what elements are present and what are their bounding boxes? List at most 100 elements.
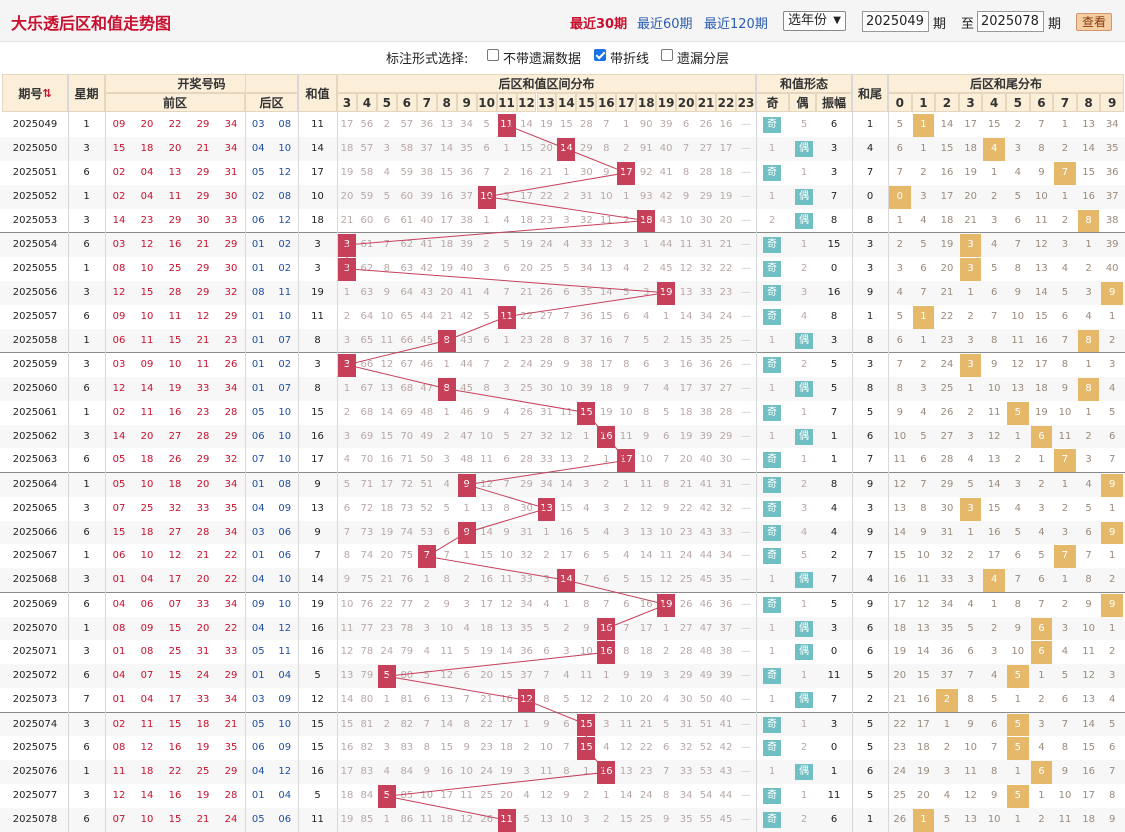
sum-miss-cell: 38 [579,358,593,370]
sum-miss-cell: 12 [540,790,553,802]
sum-miss-cell: 31 [540,406,553,418]
to-issue-input[interactable]: 2025078 [977,11,1044,32]
sum-miss-cell: 61 [360,238,374,250]
amplitude-cell: 7 [830,574,838,586]
tail-miss-cell: 3 [1038,718,1045,730]
sum-miss-cell: 1 [603,790,610,802]
from-issue-input[interactable]: 2025049 [862,11,929,32]
sum-miss-cell: 4 [662,382,670,394]
sum-miss-cell: 4 [423,646,430,658]
year-select[interactable]: 选年份 ▼ [783,11,846,31]
sum-miss-cell: 21 [679,478,693,490]
tail-hit-cell: 9 [1101,473,1123,498]
sum-col-header: 8 [436,93,457,112]
tail-miss-cell: 5 [1061,286,1069,298]
sum-miss-cell: — [740,574,751,586]
sum-miss-cell: 1 [623,478,630,490]
sum-miss-cell: 9 [643,430,650,442]
back-ball: 01 [251,334,265,346]
sum-miss-cell: 22 [639,742,653,754]
issue-cell: 2025059 [12,358,58,370]
tail-miss-cell: 8 [1014,262,1021,274]
sum-miss-cell: 3 [423,622,430,634]
sum-miss-cell: 80 [360,694,374,706]
front-ball: 10 [140,310,154,322]
sum-miss-cell: 3 [343,334,351,346]
issue-cell: 2025052 [12,190,58,202]
sum-miss-cell: 1 [662,310,670,322]
front-ball: 11 [140,406,154,418]
polyline-checkbox[interactable] [594,49,606,61]
sum-miss-cell: 15 [639,574,653,586]
sum-miss-cell: 6 [662,742,670,754]
sum-miss-cell: 22 [480,718,493,730]
front-ball: 07 [112,502,126,514]
sum-miss-cell: 4 [603,526,610,538]
no-missing-checkbox[interactable] [487,49,499,61]
front-ball: 29 [196,286,210,298]
front-ball: 15 [168,670,182,682]
front-ball: 30 [224,190,238,202]
sum-cell: 9 [314,478,321,490]
back-ball: 03 [251,694,265,706]
tail-miss-cell: 17 [987,550,1001,562]
sum-miss-cell: 11 [639,478,653,490]
front-ball: 15 [112,142,126,154]
sum-miss-cell: 7 [603,598,610,610]
issue-header[interactable]: 期号 ⇅ [2,74,68,112]
sum-miss-cell: 27 [679,622,693,634]
sum-cell: 16 [311,766,324,778]
view-button[interactable]: 查看 [1076,13,1112,31]
sum-miss-cell: 17 [520,190,533,202]
front-ball: 02 [112,406,126,418]
weekday-cell: 1 [83,622,90,634]
back-ball: 01 [251,550,265,562]
sum-miss-cell: 64 [360,310,374,322]
sum-miss-cell: 3 [603,502,610,514]
sum-miss-cell: 1 [503,142,510,154]
period-120-link[interactable]: 最近120期 [704,13,768,32]
odd-cell: 1 [768,190,776,202]
back-ball: 04 [251,502,265,514]
weekday-cell: 3 [83,502,90,514]
period-60-link[interactable]: 最近60期 [637,13,693,32]
tail-col-header: 3 [958,93,983,112]
sum-miss-cell: 44 [719,790,733,802]
sum-miss-cell: 23 [380,622,394,634]
sum-miss-cell: 1 [543,526,550,538]
sum-miss-cell: — [740,119,751,130]
sum-miss-cell: 17 [440,790,454,802]
sum-miss-cell: 14 [599,286,613,298]
sum-hit-cell: 8 [437,329,456,354]
sum-miss-cell: 37 [420,142,434,154]
tail-cell: 5 [866,790,874,802]
sum-miss-cell: — [740,166,751,178]
tail-miss-cell: 17 [917,718,930,730]
weekday-header: 星期 [68,74,105,112]
layered-checkbox[interactable] [661,49,673,61]
sort-icon[interactable]: ⇅ [42,87,51,100]
tail-hit-cell: 4 [983,569,1005,594]
sum-miss-cell: 16 [340,742,354,754]
front-ball: 12 [168,550,182,562]
issue-cell: 2025049 [12,119,58,130]
tail-miss-cell: 2 [1109,646,1116,658]
tail-miss-cell: 14 [893,526,907,538]
tail-miss-cell: 2 [943,742,951,754]
sum-miss-cell: 5 [503,430,510,442]
tail-miss-cell: 5 [896,119,903,130]
period-30-link[interactable]: 最近30期 [570,13,627,32]
sum-miss-cell: 19 [520,238,533,250]
tail-miss-cell: 9 [991,790,998,802]
tail-miss-cell: 7 [1085,550,1092,562]
column-divider [852,74,853,832]
sum-miss-cell: 38 [719,646,733,658]
sum-col-header: 6 [396,93,417,112]
tail-hit-cell: 7 [1054,449,1076,474]
tail-miss-cell: 7 [920,286,927,298]
sum-miss-cell: 38 [699,406,713,418]
amplitude-cell: 11 [827,670,841,682]
tail-miss-cell: 4 [1038,526,1045,538]
tail-miss-cell: 8 [920,502,927,514]
sum-miss-cell: 4 [563,238,570,250]
